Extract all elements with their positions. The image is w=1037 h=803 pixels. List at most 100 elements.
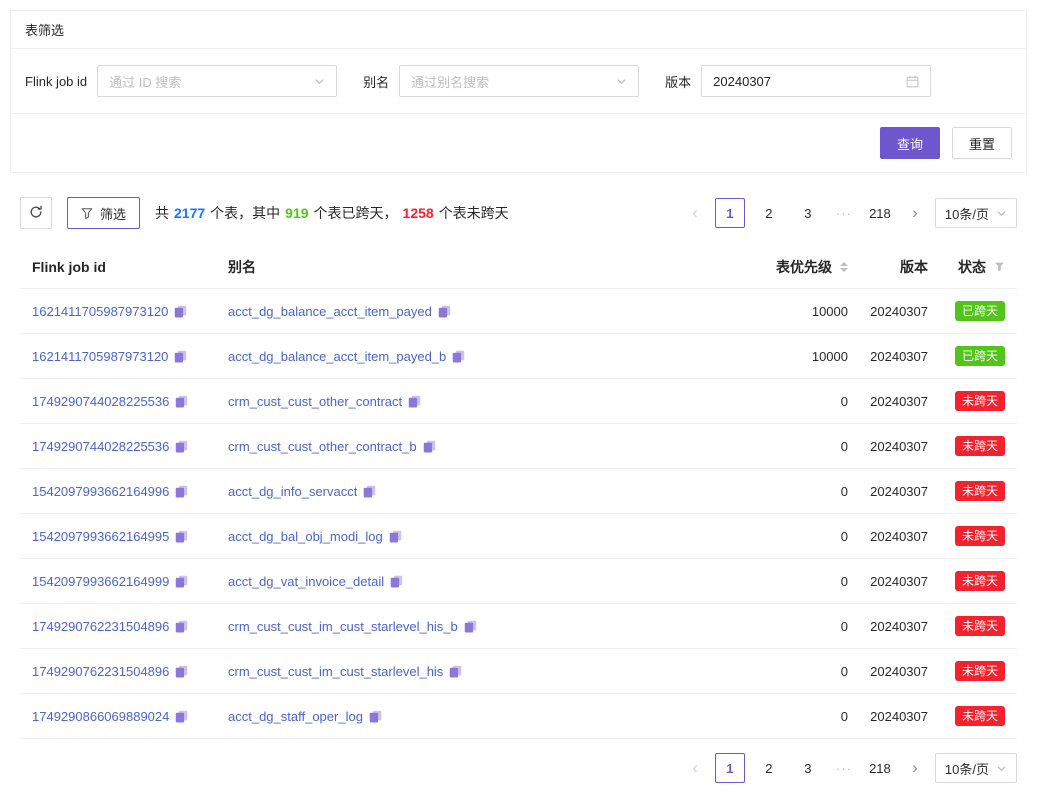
flink-job-id-link[interactable]: 1749290744028225536: [32, 394, 169, 409]
flink-job-id-link[interactable]: 1542097993662164996: [32, 484, 169, 499]
page-size-select[interactable]: 10条/页: [935, 753, 1017, 783]
alias-select[interactable]: 通过别名搜索: [399, 65, 639, 97]
copy-icon[interactable]: [174, 350, 187, 363]
priority-cell: 0: [748, 439, 848, 454]
flink-job-id-link[interactable]: 1542097993662164999: [32, 574, 169, 589]
pagination-next-button[interactable]: ›: [904, 753, 926, 783]
sort-icon[interactable]: [840, 262, 848, 272]
status-badge: 未跨天: [955, 616, 1005, 636]
alias-link[interactable]: acct_dg_staff_oper_log: [228, 709, 363, 724]
copy-icon[interactable]: [175, 530, 188, 543]
copy-icon[interactable]: [174, 305, 187, 318]
pagination-prev-button[interactable]: ‹: [684, 753, 706, 783]
pagination-page[interactable]: 1: [715, 753, 745, 783]
version-cell: 20240307: [848, 304, 928, 319]
copy-icon[interactable]: [408, 395, 421, 408]
alias-link[interactable]: crm_cust_cust_other_contract: [228, 394, 402, 409]
copy-icon[interactable]: [363, 485, 376, 498]
alias-link[interactable]: crm_cust_cust_im_cust_starlevel_his_b: [228, 619, 458, 634]
flink-job-id-link[interactable]: 1749290762231504896: [32, 664, 169, 679]
alias-link[interactable]: crm_cust_cust_im_cust_starlevel_his: [228, 664, 443, 679]
chevron-down-icon: [314, 76, 325, 87]
pagination-prev-button[interactable]: ‹: [684, 198, 706, 228]
copy-icon[interactable]: [369, 710, 382, 723]
flink-job-id-link[interactable]: 1621411705987973120: [32, 304, 168, 319]
status-cell: 未跨天: [928, 481, 1005, 501]
copy-icon[interactable]: [175, 440, 188, 453]
copy-icon[interactable]: [423, 440, 436, 453]
filter-icon[interactable]: [994, 261, 1005, 272]
pagination-page[interactable]: 3: [793, 198, 823, 228]
status-cell: 未跨天: [928, 436, 1005, 456]
filter-toggle-button[interactable]: 筛选: [67, 197, 140, 229]
copy-icon[interactable]: [175, 665, 188, 678]
summary-crossed: 919: [285, 205, 308, 221]
query-button[interactable]: 查询: [880, 127, 940, 159]
select-placeholder: 通过别名搜索: [411, 72, 489, 91]
summary-total: 2177: [174, 205, 205, 221]
alias-cell: crm_cust_cust_other_contract: [228, 394, 748, 409]
page-size-label: 10条/页: [945, 204, 989, 223]
alias-cell: acct_dg_info_servacct: [228, 484, 748, 499]
flink-job-id-link[interactable]: 1749290744028225536: [32, 439, 169, 454]
pagination-page[interactable]: 2: [754, 198, 784, 228]
version-date-input[interactable]: 20240307: [701, 65, 931, 97]
copy-icon[interactable]: [175, 485, 188, 498]
flink-job-id-field: Flink job id 通过 ID 搜索: [25, 65, 337, 97]
copy-icon[interactable]: [175, 620, 188, 633]
pagination-page[interactable]: 1: [715, 198, 745, 228]
version-cell: 20240307: [848, 574, 928, 589]
pagination-page[interactable]: 3: [793, 753, 823, 783]
copy-icon[interactable]: [175, 710, 188, 723]
status-badge: 未跨天: [955, 436, 1005, 456]
flink-job-id-cell: 1542097993662164999: [32, 574, 228, 589]
alias-link[interactable]: acct_dg_balance_acct_item_payed: [228, 304, 432, 319]
flink-job-id-link[interactable]: 1749290762231504896: [32, 619, 169, 634]
page-size-label: 10条/页: [945, 759, 989, 778]
select-placeholder: 通过 ID 搜索: [109, 72, 181, 91]
alias-link[interactable]: acct_dg_bal_obj_modi_log: [228, 529, 383, 544]
alias-link[interactable]: acct_dg_balance_acct_item_payed_b: [228, 349, 446, 364]
copy-icon[interactable]: [464, 620, 477, 633]
copy-icon[interactable]: [175, 575, 188, 588]
alias-link[interactable]: acct_dg_vat_invoice_detail: [228, 574, 384, 589]
table-row: 1542097993662164999 acct_dg_vat_invoice_d…: [20, 559, 1017, 604]
version-cell: 20240307: [848, 484, 928, 499]
page-size-select[interactable]: 10条/页: [935, 198, 1017, 228]
status-cell: 未跨天: [928, 391, 1005, 411]
copy-icon[interactable]: [449, 665, 462, 678]
summary-text: 共2177个表，其中919个表已跨天，1258个表未跨天: [155, 203, 509, 223]
flink-job-id-select[interactable]: 通过 ID 搜索: [97, 65, 337, 97]
flink-job-id-link[interactable]: 1749290866069889024: [32, 709, 169, 724]
column-header-label: 别名: [228, 257, 256, 277]
refresh-button[interactable]: [20, 197, 52, 229]
alias-link[interactable]: acct_dg_info_servacct: [228, 484, 357, 499]
table-body: 1621411705987973120 acct_dg_balance_acct_…: [20, 289, 1017, 739]
status-badge: 未跨天: [955, 391, 1005, 411]
priority-cell: 0: [748, 709, 848, 724]
column-header-label: 状态: [958, 257, 986, 277]
priority-cell: 0: [748, 529, 848, 544]
flink-job-id-cell: 1749290762231504896: [32, 619, 228, 634]
flink-job-id-link[interactable]: 1621411705987973120: [32, 349, 168, 364]
filter-fields-row: Flink job id 通过 ID 搜索 别名 通过别名搜索 版本 20240…: [11, 49, 1026, 114]
version-cell: 20240307: [848, 439, 928, 454]
pagination-page[interactable]: 2: [754, 753, 784, 783]
pagination-page[interactable]: 218: [865, 753, 895, 783]
pagination: ‹123···218›10条/页: [684, 753, 1017, 783]
filter-actions-row: 查询 重置: [11, 114, 1026, 172]
flink-job-id-link[interactable]: 1542097993662164995: [32, 529, 169, 544]
copy-icon[interactable]: [452, 350, 465, 363]
alias-cell: acct_dg_bal_obj_modi_log: [228, 529, 748, 544]
alias-link[interactable]: crm_cust_cust_other_contract_b: [228, 439, 417, 454]
pagination-page[interactable]: 218: [865, 198, 895, 228]
copy-icon[interactable]: [389, 530, 402, 543]
priority-cell: 0: [748, 619, 848, 634]
copy-icon[interactable]: [438, 305, 451, 318]
copy-icon[interactable]: [390, 575, 403, 588]
version-cell: 20240307: [848, 619, 928, 634]
pagination-next-button[interactable]: ›: [904, 198, 926, 228]
column-header-priority: 表优先级: [748, 257, 848, 277]
copy-icon[interactable]: [175, 395, 188, 408]
reset-button[interactable]: 重置: [952, 127, 1012, 159]
